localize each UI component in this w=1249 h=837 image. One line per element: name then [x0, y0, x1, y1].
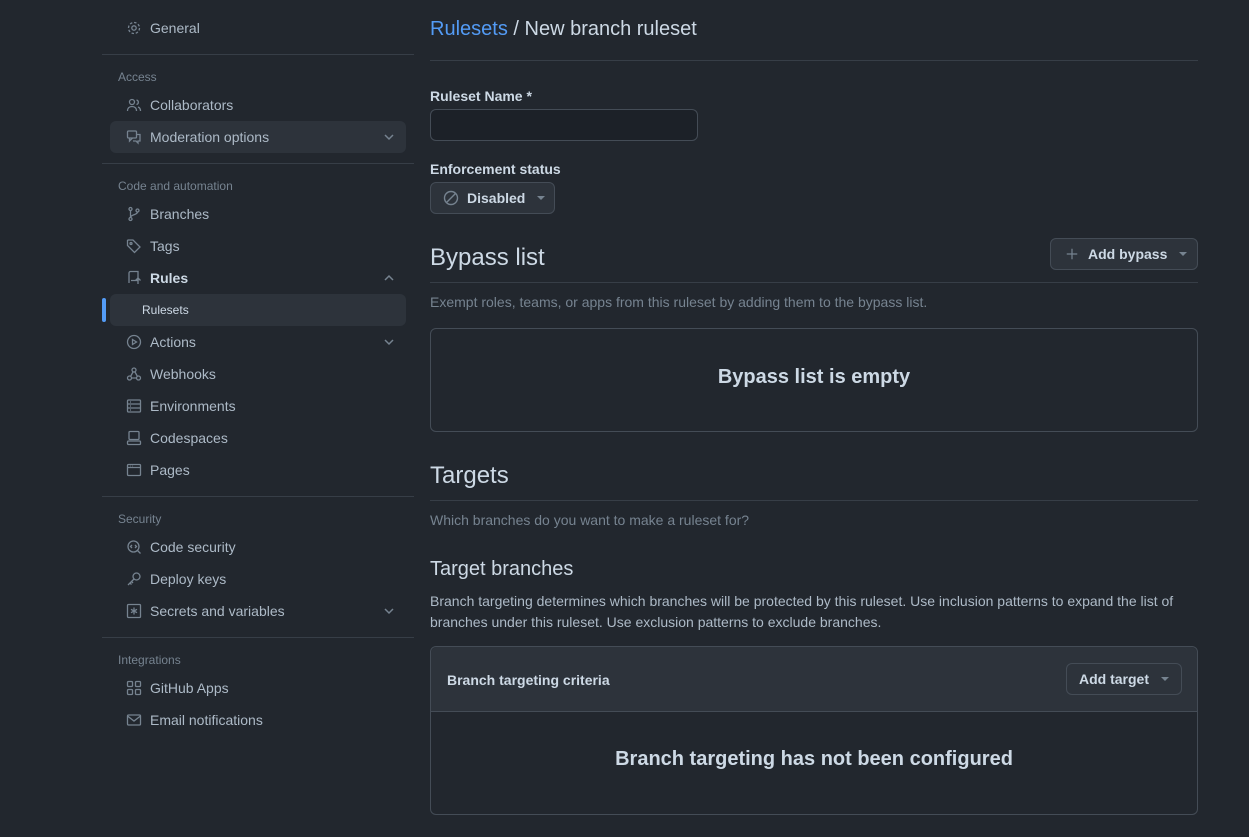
bypass-list-heading: Bypass list: [430, 244, 545, 271]
sidebar-item-label: GitHub Apps: [150, 680, 229, 696]
divider: [102, 163, 414, 164]
divider: [102, 496, 414, 497]
add-bypass-label: Add bypass: [1088, 246, 1168, 262]
key-icon: [126, 571, 142, 587]
codescan-icon: [126, 539, 142, 555]
sidebar-item-branches[interactable]: Branches: [110, 198, 406, 230]
add-target-button[interactable]: Add target: [1066, 663, 1182, 695]
repo-push-icon: [126, 270, 142, 286]
mail-icon: [126, 712, 142, 728]
sidebar-item-label: Secrets and variables: [150, 603, 285, 619]
sidebar-item-label: Pages: [150, 462, 190, 478]
divider: [430, 500, 1198, 501]
section-label-access: Access: [118, 70, 157, 84]
enforcement-status-label: Enforcement status: [430, 161, 561, 177]
circle-slash-icon: [443, 190, 459, 206]
sidebar-item-label: Collaborators: [150, 97, 234, 113]
sidebar-item-label: Branches: [150, 206, 210, 222]
sidebar-item-tags[interactable]: Tags: [110, 230, 406, 262]
chevron-down-icon: [382, 335, 396, 349]
webhook-icon: [126, 366, 142, 382]
sidebar-item-codespaces[interactable]: Codespaces: [110, 422, 406, 454]
branch-targeting-empty-message: Branch targeting has not been configured: [615, 748, 1013, 770]
section-label-security: Security: [118, 512, 162, 526]
gear-icon: [126, 20, 142, 36]
sidebar-item-actions[interactable]: Actions: [110, 326, 406, 358]
sidebar-item-code-security[interactable]: Code security: [110, 531, 406, 563]
section-label-integrations: Integrations: [118, 653, 181, 667]
sidebar-item-rules[interactable]: Rules: [110, 262, 406, 294]
sidebar-item-rulesets[interactable]: Rulesets: [102, 294, 406, 326]
people-icon: [126, 97, 142, 113]
sidebar-item-label: Email notifications: [150, 712, 263, 728]
section-label-code-automation: Code and automation: [118, 179, 233, 193]
branch-targeting-box: Branch targeting criteria Add target Bra…: [430, 646, 1198, 815]
triangle-down-icon: [1161, 677, 1169, 681]
branch-targeting-criteria-label: Branch targeting criteria: [447, 672, 610, 688]
breadcrumb-separator: /: [513, 18, 519, 40]
git-branch-icon: [126, 206, 142, 222]
sidebar-item-label: Rules: [150, 270, 189, 286]
divider: [430, 282, 1198, 283]
sidebar-item-label: Moderation options: [150, 129, 270, 145]
divider: [102, 54, 414, 55]
divider: [430, 60, 1198, 61]
triangle-down-icon: [1179, 252, 1188, 256]
sidebar-item-label: Rulesets: [142, 303, 189, 317]
target-branches-description: Branch targeting determines which branch…: [430, 593, 1174, 630]
sidebar-item-label: Webhooks: [150, 366, 216, 382]
bypass-list-empty-message: Bypass list is empty: [717, 366, 911, 388]
sidebar-item-label: Tags: [150, 238, 180, 254]
sidebar-item-general[interactable]: General: [110, 12, 406, 44]
chevron-up-icon: [382, 271, 396, 285]
add-target-label: Add target: [1079, 671, 1149, 687]
sidebar-item-pages[interactable]: Pages: [110, 454, 406, 486]
comment-discussion-icon: [126, 129, 142, 145]
sidebar-item-secrets-variables[interactable]: Secrets and variables: [110, 595, 406, 627]
branch-targeting-header: Branch targeting criteria Add target: [431, 647, 1197, 712]
key-asterisk-icon: [126, 603, 142, 619]
breadcrumb-link-rulesets[interactable]: Rulesets: [430, 18, 508, 40]
add-bypass-button[interactable]: Add bypass: [1050, 238, 1198, 270]
sidebar-item-email-notifications[interactable]: Email notifications: [110, 704, 406, 736]
sidebar-item-deploy-keys[interactable]: Deploy keys: [110, 563, 406, 595]
sidebar-item-environments[interactable]: Environments: [110, 390, 406, 422]
targets-description: Which branches do you want to make a rul…: [430, 512, 750, 528]
sidebar-item-collaborators[interactable]: Collaborators: [110, 89, 406, 121]
triangle-down-icon: [537, 196, 546, 200]
breadcrumb: Rulesets / New branch ruleset: [430, 18, 697, 41]
enforcement-status-dropdown[interactable]: Disabled: [430, 182, 555, 214]
tag-icon: [126, 238, 142, 254]
chevron-down-icon: [382, 604, 396, 618]
codespaces-icon: [126, 430, 142, 446]
ruleset-name-input[interactable]: [430, 109, 698, 141]
sidebar-item-label: Deploy keys: [150, 571, 227, 587]
bypass-list-description: Exempt roles, teams, or apps from this r…: [430, 294, 928, 310]
bypass-list-box: Bypass list is empty: [430, 328, 1198, 432]
settings-sidebar: General Access Collaborators Moderation …: [102, 12, 414, 736]
ruleset-name-label: Ruleset Name *: [430, 88, 532, 104]
active-indicator: [102, 298, 106, 322]
apps-icon: [126, 680, 142, 696]
sidebar-item-label: Actions: [150, 334, 196, 350]
target-branches-heading: Target branches: [430, 558, 574, 580]
page-title: New branch ruleset: [524, 18, 697, 40]
sidebar-item-label: Codespaces: [150, 430, 228, 446]
targets-heading: Targets: [430, 462, 509, 489]
sidebar-item-webhooks[interactable]: Webhooks: [110, 358, 406, 390]
sidebar-item-label: General: [150, 20, 200, 36]
sidebar-item-github-apps[interactable]: GitHub Apps: [110, 672, 406, 704]
plus-icon: [1066, 248, 1078, 260]
browser-icon: [126, 462, 142, 478]
sidebar-item-label: Code security: [150, 539, 236, 555]
server-icon: [126, 398, 142, 414]
sidebar-item-moderation-options[interactable]: Moderation options: [110, 121, 406, 153]
sidebar-item-label: Environments: [150, 398, 236, 414]
divider: [102, 637, 414, 638]
enforcement-status-value: Disabled: [467, 190, 526, 206]
play-icon: [126, 334, 142, 350]
chevron-down-icon: [382, 130, 396, 144]
